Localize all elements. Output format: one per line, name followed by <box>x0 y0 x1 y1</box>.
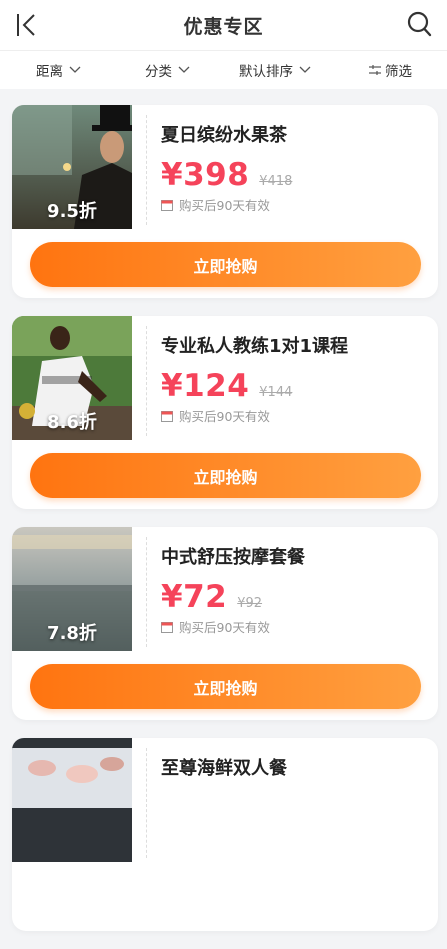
card-divider <box>146 326 147 436</box>
card-divider <box>146 115 147 225</box>
deal-title: 夏日缤纷水果茶 <box>161 125 287 146</box>
back-icon[interactable] <box>14 12 40 38</box>
filter-sort-label: 默认排序 <box>239 64 293 80</box>
deal-image: 7.8折 <box>12 527 132 651</box>
deal-card[interactable]: 8.6折 专业私人教练1对1课程 ¥124 ¥144 购买后90天有效 立即抢购 <box>12 316 438 509</box>
calendar-icon <box>161 410 173 422</box>
calendar-icon <box>161 621 173 633</box>
validity-text: 购买后90天有效 <box>179 409 270 424</box>
buy-now-button[interactable]: 立即抢购 <box>30 242 421 287</box>
filter-screen-label: 筛选 <box>385 64 412 80</box>
discount-label: 8.6折 <box>47 412 97 433</box>
original-price: ¥144 <box>259 385 293 400</box>
filter-distance[interactable]: 距离 <box>36 60 81 80</box>
search-icon[interactable] <box>407 10 433 38</box>
deal-image: 8.6折 <box>12 316 132 440</box>
buy-now-button[interactable]: 立即抢购 <box>30 453 421 498</box>
buy-now-button[interactable]: 立即抢购 <box>30 664 421 709</box>
deal-price: ¥72 <box>161 579 228 615</box>
chevron-down-icon <box>299 66 311 73</box>
price-row: ¥398 ¥418 <box>161 157 292 193</box>
filter-distance-label: 距离 <box>36 64 63 80</box>
chevron-down-icon <box>178 66 190 73</box>
original-price: ¥92 <box>237 596 263 611</box>
deal-price: ¥124 <box>161 368 250 404</box>
page-title: 优惠专区 <box>183 15 264 38</box>
validity: 购买后90天有效 <box>161 406 348 425</box>
deal-list: 9.5折 夏日缤纷水果茶 ¥398 ¥418 购买后90天有效 立即抢购 8.6… <box>12 105 438 949</box>
deal-image: 9.5折 <box>12 105 132 229</box>
deal-info: 专业私人教练1对1课程 ¥124 ¥144 购买后90天有效 <box>161 332 348 425</box>
filter-screen[interactable]: 筛选 <box>369 60 412 80</box>
price-row: ¥72 ¥92 <box>161 579 305 615</box>
deal-info: 中式舒压按摩套餐 ¥72 ¥92 购买后90天有效 <box>161 543 305 636</box>
validity: 购买后90天有效 <box>161 195 292 214</box>
filter-category[interactable]: 分类 <box>145 60 190 80</box>
header-bar: 优惠专区 <box>0 0 447 50</box>
deal-title: 中式舒压按摩套餐 <box>161 547 305 568</box>
filter-icon <box>369 65 381 75</box>
filter-sort[interactable]: 默认排序 <box>239 60 311 80</box>
validity-text: 购买后90天有效 <box>179 198 270 213</box>
deal-card[interactable]: 至尊海鲜双人餐 <box>12 738 438 931</box>
deal-image <box>12 738 132 862</box>
discount-label: 9.5折 <box>47 201 97 222</box>
original-price: ¥418 <box>259 174 293 189</box>
filter-category-label: 分类 <box>145 64 172 80</box>
card-divider <box>146 748 147 858</box>
deal-info: 夏日缤纷水果茶 ¥398 ¥418 购买后90天有效 <box>161 121 292 214</box>
deal-title: 专业私人教练1对1课程 <box>161 336 349 357</box>
card-divider <box>146 537 147 647</box>
deal-card[interactable]: 7.8折 中式舒压按摩套餐 ¥72 ¥92 购买后90天有效 立即抢购 <box>12 527 438 720</box>
calendar-icon <box>161 199 173 211</box>
chevron-down-icon <box>69 66 81 73</box>
validity-text: 购买后90天有效 <box>179 620 270 635</box>
validity: 购买后90天有效 <box>161 617 305 636</box>
filter-bar: 距离 分类 默认排序 筛选 <box>0 50 447 89</box>
deal-info: 至尊海鲜双人餐 <box>161 754 287 790</box>
deal-title: 至尊海鲜双人餐 <box>161 758 287 779</box>
price-row: ¥124 ¥144 <box>161 368 348 404</box>
deal-card[interactable]: 9.5折 夏日缤纷水果茶 ¥398 ¥418 购买后90天有效 立即抢购 <box>12 105 438 298</box>
discount-label: 7.8折 <box>47 623 97 644</box>
deal-price: ¥398 <box>161 157 250 193</box>
